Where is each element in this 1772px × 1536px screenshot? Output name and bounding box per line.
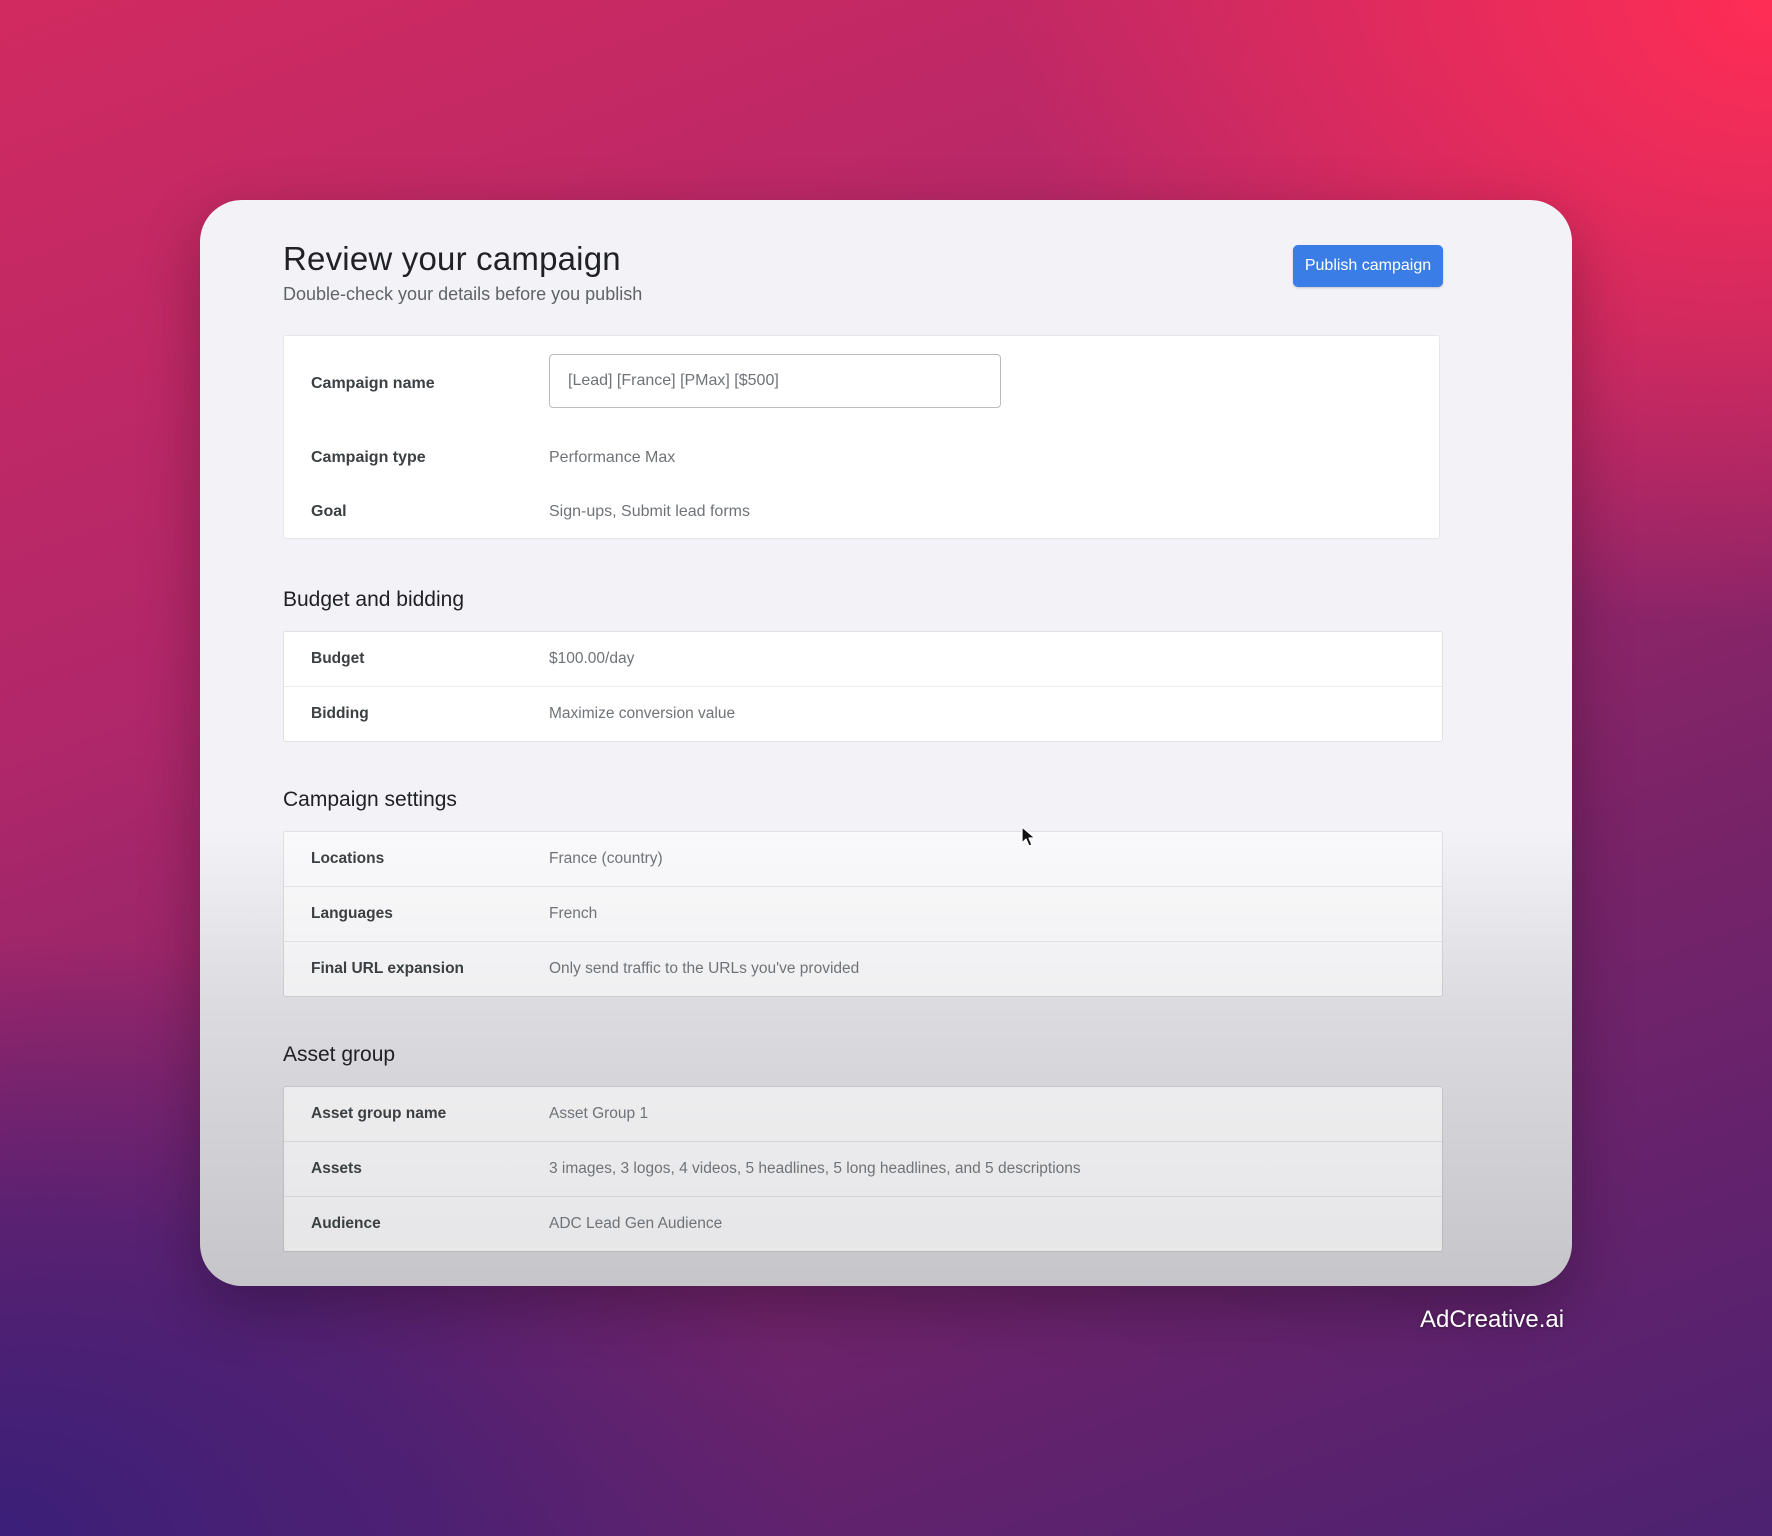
asset-group-heading: Asset group (283, 1043, 396, 1066)
publish-campaign-button[interactable]: Publish campaign (1293, 245, 1443, 287)
row-value: ADC Lead Gen Audience (549, 1215, 723, 1232)
table-row-asset-group-name: Asset group name Asset Group 1 (284, 1087, 1442, 1142)
table-row-bidding: Bidding Maximize conversion value (284, 687, 1442, 741)
goal-label: Goal (311, 503, 347, 520)
campaign-type-label: Campaign type (311, 449, 426, 466)
table-row-budget: Budget $100.00/day (284, 632, 1442, 687)
goal-value: Sign-ups, Submit lead forms (549, 503, 750, 520)
table-row-locations: Locations France (country) (284, 832, 1442, 887)
page-subtitle: Double-check your details before you pub… (283, 284, 643, 304)
row-label: Final URL expansion (311, 960, 465, 977)
review-campaign-card: Review your campaign Double-check your d… (200, 200, 1572, 1286)
budget-bidding-table: Budget $100.00/day Bidding Maximize conv… (283, 631, 1443, 742)
row-label: Budget (311, 650, 365, 667)
campaign-overview-panel: Campaign name Campaign type Performance … (283, 335, 1440, 539)
asset-group-table: Asset group name Asset Group 1 Assets 3 … (283, 1086, 1443, 1252)
table-row-final-url-expansion: Final URL expansion Only send traffic to… (284, 942, 1442, 996)
table-row-assets: Assets 3 images, 3 logos, 4 videos, 5 he… (284, 1142, 1442, 1197)
campaign-name-label: Campaign name (311, 375, 435, 392)
row-label: Locations (311, 850, 385, 867)
brand-watermark: AdCreative.ai (1420, 1306, 1565, 1333)
row-label: Languages (311, 905, 393, 922)
row-value: Asset Group 1 (549, 1105, 649, 1122)
row-value: French (549, 905, 598, 922)
row-value: $100.00/day (549, 650, 635, 667)
row-value: Only send traffic to the URLs you've pro… (549, 960, 860, 977)
page-title: Review your campaign (283, 240, 621, 277)
budget-bidding-heading: Budget and bidding (283, 588, 464, 611)
table-row-audience: Audience ADC Lead Gen Audience (284, 1197, 1442, 1251)
row-label: Bidding (311, 705, 369, 722)
row-label: Audience (311, 1215, 381, 1232)
table-row-languages: Languages French (284, 887, 1442, 942)
campaign-name-input[interactable] (549, 354, 1001, 408)
row-label: Assets (311, 1160, 362, 1177)
row-value: France (country) (549, 850, 663, 867)
mouse-pointer-icon (1021, 826, 1036, 847)
campaign-settings-heading: Campaign settings (283, 788, 457, 811)
row-value: Maximize conversion value (549, 705, 736, 722)
row-label: Asset group name (311, 1105, 447, 1122)
campaign-settings-table: Locations France (country) Languages Fre… (283, 831, 1443, 997)
row-value: 3 images, 3 logos, 4 videos, 5 headlines… (549, 1160, 1081, 1177)
campaign-type-value: Performance Max (549, 449, 676, 466)
